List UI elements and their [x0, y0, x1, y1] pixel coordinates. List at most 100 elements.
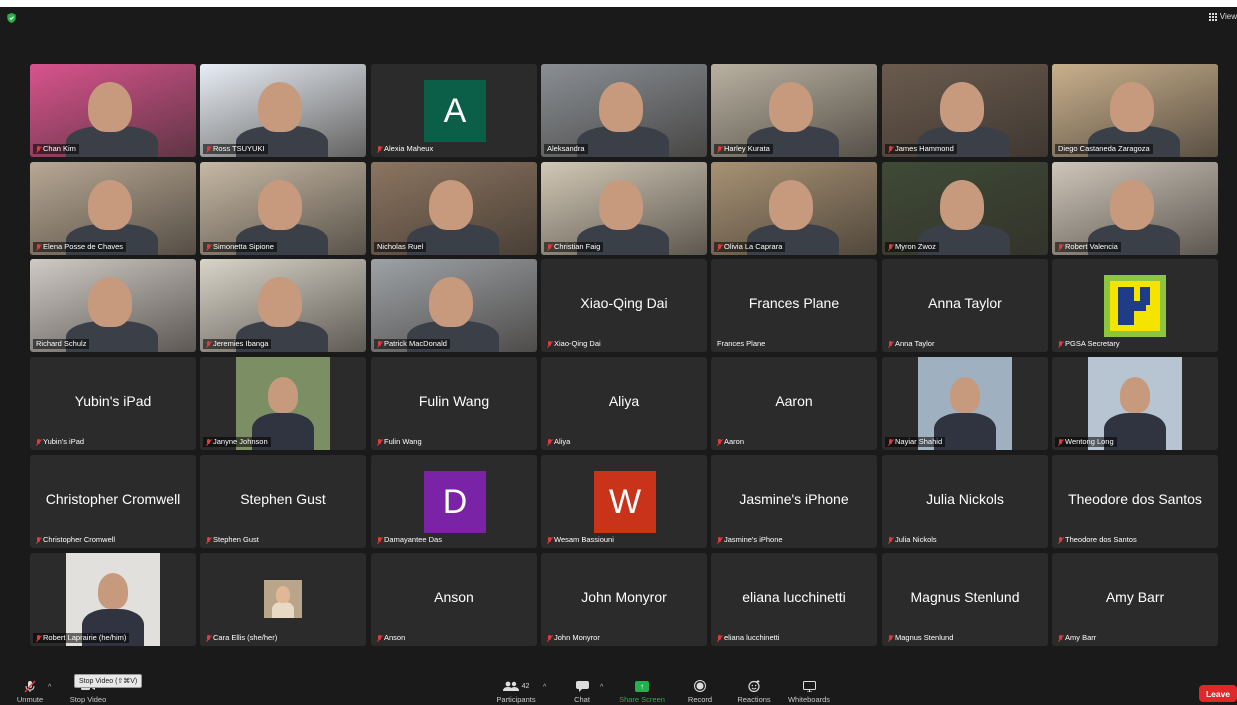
participant-name-label: Ross TSUYUKI [203, 144, 268, 154]
participant-name: Patrick MacDonald [384, 339, 447, 348]
participant-name-label: Anson [374, 633, 408, 643]
participant-name-label: Robert Laprairie (he/him) [33, 633, 130, 643]
participant-tile[interactable]: Diego Castaneda Zaragoza [1052, 64, 1218, 157]
participants-options-chevron-icon[interactable]: ^ [543, 684, 546, 691]
mic-muted-icon [717, 536, 722, 544]
participant-tile[interactable]: Wentong Long [1052, 357, 1218, 450]
view-label: View [1219, 12, 1237, 21]
participant-tile[interactable]: Robert Laprairie (he/him) [30, 553, 196, 646]
participant-name: Robert Valencia [1065, 242, 1118, 251]
mic-muted-icon [12, 679, 48, 693]
record-button[interactable]: Record [684, 679, 716, 704]
participant-tile[interactable]: Fulin Wang Fulin Wang [371, 357, 537, 450]
participant-tile[interactable]: Theodore dos Santos Theodore dos Santos [1052, 455, 1218, 548]
mic-muted-icon [717, 438, 722, 446]
audio-options-chevron-icon[interactable]: ^ [48, 684, 51, 691]
participant-tile[interactable]: Nicholas Ruel [371, 162, 537, 255]
participant-name-label: James Hammond [885, 144, 957, 154]
participant-tile[interactable]: Janyne Johnson [200, 357, 366, 450]
participant-name-label: Wentong Long [1055, 437, 1117, 447]
participant-tile[interactable]: W Wesam Bassiouni [541, 455, 707, 548]
participant-tile[interactable]: Aleksandra [541, 64, 707, 157]
share-screen-button[interactable]: ↑ Share Screen [614, 679, 670, 704]
participant-tile[interactable]: Olivia La Caprara [711, 162, 877, 255]
participant-tile[interactable]: Nayiar Shahid [882, 357, 1048, 450]
participant-tile[interactable]: Jasmine's iPhone Jasmine's iPhone [711, 455, 877, 548]
mic-muted-icon [547, 340, 552, 348]
participant-name-label: Cara Ellis (she/her) [203, 633, 280, 643]
participant-tile[interactable]: Christian Faig [541, 162, 707, 255]
participant-tile[interactable]: Chan Kim [30, 64, 196, 157]
participant-name: Aaron [724, 437, 745, 446]
participant-display-name: Theodore dos Santos [1068, 491, 1202, 507]
participant-name: PGSA Secretary [1065, 339, 1120, 348]
participant-name: Diego Castaneda Zaragoza [1058, 144, 1150, 153]
participant-name: Stephen Gust [213, 535, 259, 544]
participant-tile[interactable]: Myron Zwoz [882, 162, 1048, 255]
participant-tile[interactable]: Elena Posse de Chaves [30, 162, 196, 255]
participant-name: Xiao-Qing Dai [554, 339, 601, 348]
participant-display-name: eliana lucchinetti [742, 589, 846, 605]
participant-tile[interactable]: Christopher Cromwell Christopher Cromwell [30, 455, 196, 548]
participant-name: Chan Kim [43, 144, 76, 153]
participant-name: Robert Laprairie (he/him) [43, 633, 127, 642]
participant-tile[interactable]: Harley Kurata [711, 64, 877, 157]
participant-name: Richard Schulz [36, 339, 87, 348]
initial-avatar: A [424, 80, 486, 142]
security-shield-icon[interactable] [7, 13, 16, 23]
participant-tile[interactable]: Anson Anson [371, 553, 537, 646]
participant-tile[interactable]: Richard Schulz [30, 259, 196, 352]
unmute-button[interactable]: Unmute [12, 679, 48, 704]
participant-tile[interactable]: James Hammond [882, 64, 1048, 157]
participant-name-label: Janyne Johnson [203, 437, 271, 447]
participant-tile[interactable]: John Monyror John Monyror [541, 553, 707, 646]
mic-muted-icon [888, 634, 893, 642]
mic-muted-icon [206, 145, 211, 153]
participant-tile[interactable]: Magnus Stenlund Magnus Stenlund [882, 553, 1048, 646]
participant-tile[interactable]: Julia Nickols Julia Nickols [882, 455, 1048, 548]
mic-muted-icon [547, 536, 552, 544]
participant-tile[interactable]: Aaron Aaron [711, 357, 877, 450]
participant-name-label: Xiao-Qing Dai [544, 339, 604, 349]
participant-tile[interactable]: Anna Taylor Anna Taylor [882, 259, 1048, 352]
participant-tile[interactable]: Simonetta Sipione [200, 162, 366, 255]
participant-tile[interactable]: Patrick MacDonald [371, 259, 537, 352]
participant-tile[interactable]: Aliya Aliya [541, 357, 707, 450]
participant-name: Nayiar Shahid [895, 437, 943, 446]
stop-video-tooltip: Stop Video (⇧⌘V) [74, 674, 143, 688]
reactions-button[interactable]: Reactions [734, 679, 774, 704]
leave-button[interactable]: Leave [1199, 685, 1237, 702]
participant-name: Myron Zwoz [895, 242, 936, 251]
participant-tile[interactable]: Frances Plane Frances Plane [711, 259, 877, 352]
whiteboards-button[interactable]: Whiteboards [784, 679, 834, 704]
participant-tile[interactable]: eliana lucchinetti eliana lucchinetti [711, 553, 877, 646]
participants-button[interactable]: 42 Participants [490, 679, 542, 704]
participant-tile[interactable]: Yubin's iPad Yubin's iPad [30, 357, 196, 450]
view-button[interactable]: View [1208, 12, 1237, 21]
participant-tile[interactable]: Robert Valencia [1052, 162, 1218, 255]
participant-tile[interactable]: Xiao-Qing Dai Xiao-Qing Dai [541, 259, 707, 352]
participant-name: Amy Barr [1065, 633, 1097, 642]
participant-name-label: Nayiar Shahid [885, 437, 946, 447]
participant-name: Harley Kurata [724, 144, 770, 153]
chat-button[interactable]: Chat [566, 679, 598, 704]
grid-view-icon [1208, 12, 1217, 21]
mic-muted-icon [717, 145, 722, 153]
participant-tile[interactable]: A Alexia Maheux [371, 64, 537, 157]
participant-tile[interactable]: Cara Ellis (she/her) [200, 553, 366, 646]
participant-tile[interactable]: Amy Barr Amy Barr [1052, 553, 1218, 646]
participant-name-label: Magnus Stenlund [885, 633, 956, 643]
participant-display-name: Julia Nickols [926, 491, 1004, 507]
participant-tile[interactable]: Stephen Gust Stephen Gust [200, 455, 366, 548]
participant-name-label: Robert Valencia [1055, 242, 1121, 252]
participant-name: Yubin's iPad [43, 437, 85, 446]
chat-options-chevron-icon[interactable]: ^ [600, 684, 603, 691]
participant-name: Ross TSUYUKI [213, 144, 265, 153]
participant-tile[interactable]: Jeremies Ibanga [200, 259, 366, 352]
initial-avatar: W [594, 471, 656, 533]
participants-count: 42 [521, 682, 530, 690]
participant-name: Jeremies Ibanga [213, 339, 269, 348]
participant-tile[interactable]: PGSA Secretary [1052, 259, 1218, 352]
participant-tile[interactable]: Ross TSUYUKI [200, 64, 366, 157]
participant-tile[interactable]: D Damayantee Das [371, 455, 537, 548]
